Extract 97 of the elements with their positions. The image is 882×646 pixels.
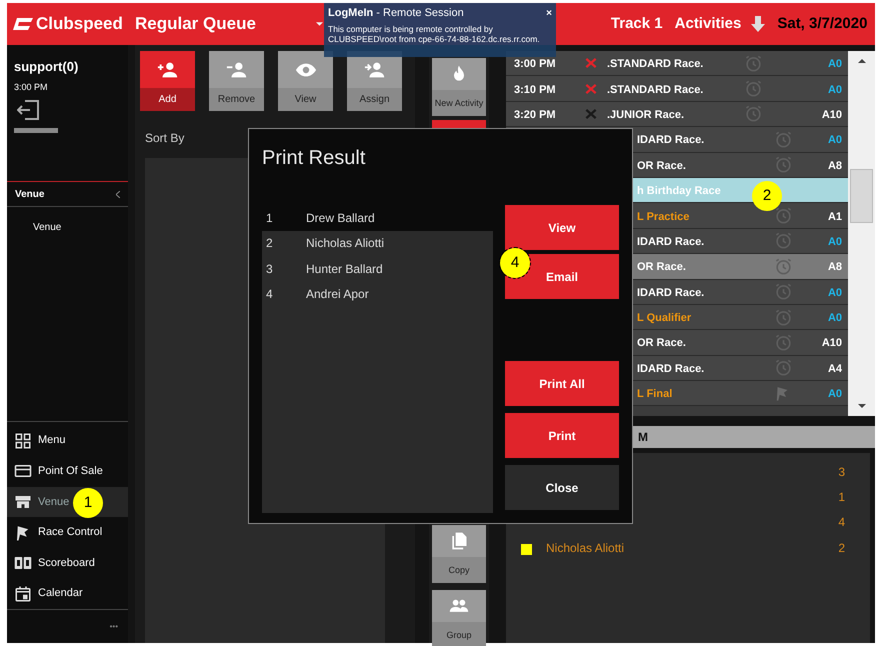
participant-position: 1 bbox=[838, 490, 845, 504]
queue-dropdown[interactable]: Regular Queue bbox=[135, 11, 323, 37]
date-label: Sat, 3/7/2020 bbox=[777, 14, 868, 34]
participant-name: Nicholas Aliotti bbox=[546, 540, 624, 555]
result-row[interactable]: 4 Andrei Apor bbox=[262, 282, 493, 307]
dialog-title: Print Result bbox=[262, 147, 366, 169]
nav-item[interactable]: Calendar bbox=[7, 578, 128, 609]
race-name: .JUNIOR Race. bbox=[607, 108, 684, 121]
race-name: .STANDARD Race. bbox=[607, 84, 704, 96]
button-label: View bbox=[278, 88, 333, 111]
logout-icon[interactable] bbox=[17, 100, 39, 120]
race-name: IDARD Race. bbox=[637, 362, 704, 375]
button-label: Copy bbox=[432, 557, 486, 583]
result-row[interactable]: 1 Drew Ballard bbox=[262, 205, 493, 230]
app-logo: Clubspeed bbox=[36, 13, 123, 36]
nav-item[interactable]: Point Of Sale bbox=[7, 456, 128, 487]
race-name: L Qualifier bbox=[637, 312, 692, 324]
race-name: IDARD Race. bbox=[637, 286, 704, 299]
race-code: A0 bbox=[828, 388, 842, 400]
blurred-name bbox=[14, 128, 58, 133]
button-label: Assign bbox=[347, 88, 402, 111]
toolbar-button[interactable]: Remove bbox=[209, 51, 264, 111]
race-code: A10 bbox=[822, 108, 842, 121]
down-arrow-icon[interactable] bbox=[751, 16, 766, 32]
race-name: h Birthday Race bbox=[637, 185, 721, 198]
button-label: Group bbox=[432, 622, 486, 646]
race-name: IDARD Race. bbox=[637, 134, 704, 146]
race-name: OR Race. bbox=[637, 160, 686, 172]
race-code: A8 bbox=[828, 160, 842, 172]
participant-position: 2 bbox=[838, 540, 845, 555]
track-title: Track 1 bbox=[610, 14, 663, 34]
race-code: A0 bbox=[828, 286, 842, 299]
nav-label: Calendar bbox=[38, 586, 83, 602]
race-time: 3:20 PM bbox=[514, 108, 556, 121]
result-row[interactable]: 3 Hunter Ballard bbox=[262, 256, 493, 282]
race-name: OR Race. bbox=[637, 337, 686, 350]
section-title: Venue bbox=[15, 188, 44, 202]
grid-icon bbox=[14, 432, 32, 450]
nav-label: Race Control bbox=[38, 525, 102, 540]
race-code: A1 bbox=[828, 210, 842, 223]
race-code: A0 bbox=[828, 236, 842, 248]
toolbar-button[interactable]: Add bbox=[140, 51, 195, 111]
side-button[interactable]: Group bbox=[432, 590, 486, 646]
race-code: A0 bbox=[828, 84, 842, 96]
race-name: OR Race. bbox=[637, 261, 686, 274]
race-code: A0 bbox=[828, 134, 842, 146]
login-time: 3:00 PM bbox=[14, 80, 49, 94]
button-label: Remove bbox=[209, 88, 264, 111]
button-label: Add bbox=[140, 88, 195, 111]
dialog-button[interactable]: Close bbox=[505, 465, 619, 510]
activities-title: Activities bbox=[674, 14, 742, 34]
race-time: 3:10 PM bbox=[514, 84, 556, 96]
notice-message: This computer is being remote controlled by CLUBSPEED\root from cpe-66-74-88-162.dc.res.rr.com. bbox=[328, 24, 541, 44]
race-row[interactable]: 3:00 PM .STANDARD Race. A0 bbox=[506, 51, 848, 76]
nav-item[interactable]: Race Control bbox=[7, 517, 128, 548]
nav-item[interactable]: Menu bbox=[7, 425, 128, 456]
nav-label: Menu bbox=[38, 433, 66, 448]
dialog-button[interactable]: View bbox=[505, 205, 619, 250]
race-time: 3:00 PM bbox=[514, 58, 556, 70]
nav-label: Venue bbox=[38, 494, 70, 510]
nav-item[interactable]: Scoreboard bbox=[7, 548, 128, 578]
venue-section-header[interactable]: Venue bbox=[7, 182, 128, 207]
side-button[interactable]: New Activity bbox=[432, 58, 486, 116]
race-code: A8 bbox=[828, 261, 842, 274]
logo-icon bbox=[13, 18, 33, 30]
user-name: support(0) bbox=[14, 58, 80, 76]
scroll-thumb[interactable] bbox=[850, 169, 873, 223]
sort-by-label: Sort By bbox=[145, 131, 184, 145]
participant-position: 4 bbox=[838, 515, 845, 530]
race-name: L Final bbox=[637, 388, 672, 400]
more-button[interactable]: ••• bbox=[110, 620, 118, 632]
dialog-button[interactable]: Print All bbox=[505, 361, 619, 406]
close-icon[interactable]: × bbox=[546, 6, 552, 21]
result-row[interactable]: 2 Nicholas Aliotti bbox=[262, 230, 493, 256]
side-button[interactable]: Copy bbox=[432, 525, 486, 583]
scroll-up-icon[interactable] bbox=[858, 59, 866, 63]
nav-label: Point Of Sale bbox=[38, 464, 103, 480]
race-row[interactable]: 3:20 PM .JUNIOR Race. A10 bbox=[506, 102, 848, 128]
race-code: A0 bbox=[828, 58, 842, 70]
button-label: New Activity bbox=[432, 90, 486, 116]
nav-label: Scoreboard bbox=[38, 556, 95, 571]
race-code: A10 bbox=[822, 337, 842, 350]
calendar-icon bbox=[14, 584, 32, 603]
race-name: .STANDARD Race. bbox=[607, 58, 704, 70]
race-row[interactable]: 3:10 PM .STANDARD Race. A0 bbox=[506, 76, 848, 102]
caret-icon bbox=[316, 22, 323, 26]
toolbar-button[interactable]: View bbox=[278, 51, 333, 111]
race-code: A4 bbox=[828, 362, 842, 375]
notice-title: LogMeIn - Remote Session bbox=[328, 6, 464, 21]
race-code: A0 bbox=[828, 312, 842, 324]
race-name: IDARD Race. bbox=[637, 236, 704, 248]
scrollbar[interactable] bbox=[848, 51, 875, 416]
venue-item[interactable]: Venue bbox=[33, 222, 62, 233]
participant-position: 3 bbox=[838, 464, 845, 479]
race-name: L Practice bbox=[637, 210, 690, 223]
dialog-button[interactable]: Print bbox=[505, 413, 619, 458]
scroll-down-icon[interactable] bbox=[858, 404, 866, 408]
